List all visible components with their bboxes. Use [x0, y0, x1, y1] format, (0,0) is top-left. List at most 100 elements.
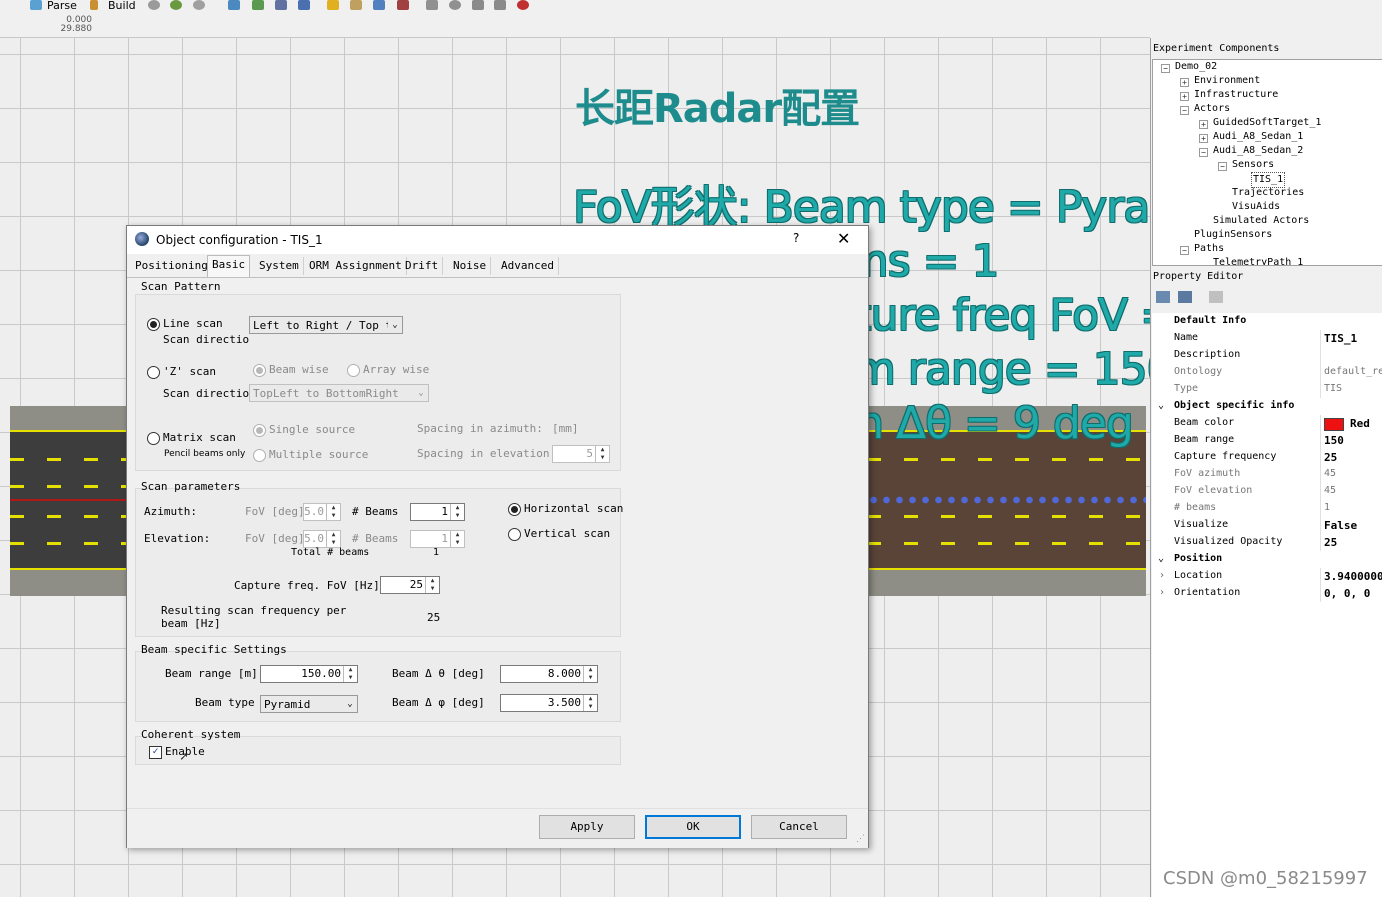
tree-item-trajectories[interactable]: Trajectories [1232, 186, 1304, 200]
vertical-scan-radio[interactable] [508, 528, 521, 541]
ok-button[interactable]: OK [645, 815, 741, 839]
single-source-radio[interactable] [253, 424, 266, 437]
tree-item-sensors[interactable]: Sensors [1232, 158, 1274, 172]
parse-icon[interactable] [30, 0, 42, 10]
collapse-icon[interactable]: − [1180, 106, 1189, 115]
align-icon[interactable] [426, 0, 438, 10]
beam-range-stepper[interactable]: 150.00 ▲ ▼ [260, 665, 358, 683]
prop-value[interactable]: False [1324, 519, 1357, 532]
prop-row-opacity[interactable]: Visualized Opacity 25 [1152, 534, 1382, 551]
prop-row-beams[interactable]: # beams 1 [1152, 500, 1382, 517]
tab-noise[interactable]: Noise [449, 257, 492, 275]
beam-dphi-stepper[interactable]: 3.500 ▲ ▼ [500, 694, 598, 712]
tab-drift[interactable]: Drift [401, 257, 444, 275]
resize-grip-icon[interactable]: ⋰ [856, 834, 865, 844]
grid-icon[interactable] [275, 0, 287, 10]
line-scan-direction-select[interactable]: Left to Right / Top to ⌄ [249, 316, 403, 334]
prop-value[interactable]: 3.9400000 [1324, 570, 1382, 583]
spacing-elevation-stepper[interactable]: 5 ▲ ▼ [552, 445, 610, 463]
chevron-down-icon[interactable]: ⌄ [1158, 400, 1164, 411]
prop-row-name[interactable]: Name TIS_1 [1152, 330, 1382, 347]
spin-arrows-icon[interactable]: ▲ ▼ [450, 531, 464, 547]
run-icon[interactable] [170, 0, 182, 10]
component-tree[interactable]: − Demo_02 + Environment + Infrastructure… [1152, 59, 1382, 266]
prop-row-beam-color[interactable]: Beam color Red [1152, 415, 1382, 432]
expand-icon[interactable]: + [1199, 134, 1208, 143]
expand-icon[interactable]: + [1180, 78, 1189, 87]
multiple-source-radio[interactable] [253, 449, 266, 462]
chevron-down-icon[interactable]: ⌄ [1158, 553, 1164, 564]
expand-icon[interactable]: + [1199, 120, 1208, 129]
prop-row-type[interactable]: Type TIS [1152, 381, 1382, 398]
chart-icon[interactable] [397, 0, 409, 10]
apply-button[interactable]: Apply [539, 815, 635, 839]
matrix-scan-radio[interactable] [147, 432, 160, 445]
beam-wise-radio[interactable] [253, 364, 266, 377]
fov-elevation-stepper[interactable]: 5.0 ▲ ▼ [303, 530, 341, 548]
tree-item-actors[interactable]: Actors [1194, 102, 1230, 116]
collapse-icon[interactable]: − [1218, 162, 1227, 171]
ruler-icon[interactable] [228, 0, 240, 10]
beam-type-select[interactable]: Pyramid ⌄ [260, 695, 358, 713]
tree-item-plugin-sensors[interactable]: PluginSensors [1194, 228, 1272, 242]
tree-item-telemetry-path[interactable]: TelemetryPath_1 [1213, 256, 1303, 265]
beam-dtheta-stepper[interactable]: 8.000 ▲ ▼ [500, 665, 598, 683]
horizontal-scan-radio[interactable] [508, 503, 521, 516]
prop-value[interactable]: Red [1350, 417, 1370, 430]
prop-row-ontology[interactable]: Ontology default_re [1152, 364, 1382, 381]
pause-icon[interactable] [193, 0, 205, 10]
enable-checkbox[interactable]: ✓ [149, 746, 162, 759]
tree-item-demo[interactable]: Demo_02 [1175, 60, 1217, 74]
beams-elevation-stepper[interactable]: 1 ▲ ▼ [410, 530, 465, 548]
spin-arrows-icon[interactable]: ▲ ▼ [425, 577, 439, 593]
prop-value[interactable]: 0, 0, 0 [1324, 587, 1370, 600]
sort-categorized-icon[interactable] [1156, 291, 1170, 303]
color-swatch[interactable] [1324, 418, 1344, 431]
spin-arrows-icon[interactable]: ▲ ▼ [343, 666, 357, 682]
capture-freq-stepper[interactable]: 25 ▲ ▼ [380, 576, 440, 594]
tree-item-audi-1[interactable]: Audi_A8_Sedan_1 [1213, 130, 1303, 144]
prop-value[interactable]: 25 [1324, 536, 1337, 549]
spin-arrows-icon[interactable]: ▲ ▼ [450, 504, 464, 520]
tab-system[interactable]: System [255, 257, 304, 275]
prop-value[interactable]: 25 [1324, 451, 1337, 464]
cloud-icon[interactable] [350, 0, 362, 10]
prop-row-visualize[interactable]: Visualize False [1152, 517, 1382, 534]
prop-row-capture[interactable]: Capture frequency 25 [1152, 449, 1382, 466]
collapse-icon[interactable]: − [1161, 64, 1170, 73]
expand-icon[interactable]: + [1180, 92, 1189, 101]
star-icon[interactable] [327, 0, 339, 10]
tab-orm-assignment[interactable]: ORM Assignment [305, 257, 407, 275]
prop-row-location[interactable]: › Location 3.9400000 [1152, 568, 1382, 585]
section-default-info[interactable]: Default Info [1152, 313, 1382, 330]
prop-value[interactable]: 150 [1324, 434, 1344, 447]
spin-arrows-icon[interactable]: ▲ ▼ [326, 531, 340, 547]
tab-advanced[interactable]: Advanced [497, 257, 559, 275]
property-grid[interactable]: Default Info Name TIS_1 Description Ontol… [1152, 313, 1382, 897]
tree-item-infrastructure[interactable]: Infrastructure [1194, 88, 1278, 102]
fov-azimuth-stepper[interactable]: 5.0 ▲ ▼ [303, 503, 341, 521]
cancel-button[interactable]: Cancel [751, 815, 847, 839]
sort-alpha-icon[interactable] [1178, 291, 1192, 303]
property-pages-icon[interactable] [1209, 291, 1223, 303]
collapse-icon[interactable]: − [1199, 148, 1208, 157]
section-position[interactable]: ⌄ Position [1152, 551, 1382, 568]
prop-row-fov-azimuth[interactable]: FoV azimuth 45 [1152, 466, 1382, 483]
save-icon[interactable] [494, 0, 506, 10]
cart-icon[interactable] [373, 0, 385, 10]
parse-button[interactable]: Parse [47, 0, 77, 11]
prop-value[interactable]: TIS_1 [1324, 332, 1357, 345]
spin-arrows-icon[interactable]: ▲ ▼ [583, 695, 597, 711]
z-scan-radio[interactable] [147, 366, 160, 379]
close-button[interactable]: ✕ [837, 229, 850, 248]
line-scan-radio[interactable] [147, 318, 160, 331]
chevron-right-icon[interactable]: › [1159, 587, 1165, 598]
prop-row-fov-elevation[interactable]: FoV elevation 45 [1152, 483, 1382, 500]
tree-item-environment[interactable]: Environment [1194, 74, 1260, 88]
beams-azimuth-stepper[interactable]: 1 ▲ ▼ [410, 503, 465, 521]
bug-icon[interactable] [517, 0, 529, 10]
record-icon[interactable] [449, 0, 461, 10]
prop-row-description[interactable]: Description [1152, 347, 1382, 364]
help-button[interactable]: ? [793, 231, 799, 245]
section-object-specific[interactable]: ⌄ Object specific info [1152, 398, 1382, 415]
